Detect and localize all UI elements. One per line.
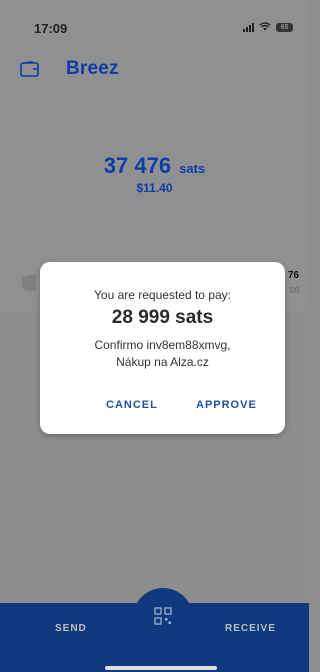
receive-button[interactable]: RECEIVE [225,623,276,634]
partial-list-value: 76 [287,270,299,281]
dialog-amount: 28 999 sats [111,307,214,328]
wifi-icon [259,22,271,33]
wallet-icon[interactable] [20,61,40,82]
qr-scan-icon [153,606,173,631]
balance-amount-line: 37 476 sats [0,153,309,179]
cancel-button[interactable]: CANCEL [106,399,158,411]
battery-icon: 65 [276,23,293,32]
signal-icon [243,23,254,32]
status-time: 17:09 [34,21,68,36]
bottom-action-bar: SEND RECEIVE [0,588,309,672]
balance-unit: sats [179,161,206,176]
payment-request-dialog: You are requested to pay: 28 999 sats Co… [40,262,285,434]
status-bar: 17:09 65 [0,0,309,40]
status-icons: 65 [243,22,293,33]
balance-display[interactable]: 37 476 sats $11.40 [0,153,309,195]
logo-text: Breez [66,58,119,79]
scan-button[interactable] [133,588,193,648]
balance-fiat: $11.40 [136,181,173,195]
breez-logo: Breez [66,58,119,80]
dialog-description-line1: Confirmo inv8em88xmvg, [94,338,231,352]
approve-button[interactable]: APPROVE [196,399,257,411]
dialog-prompt: You are requested to pay: [94,288,231,302]
send-button[interactable]: SEND [55,623,87,634]
dialog-description-line2: Nákup na Alza.cz [116,355,209,369]
balance-amount: 37 476 [103,153,172,178]
home-indicator [105,666,217,670]
partial-list-sub: 00 [290,286,299,295]
partial-list-item-left [22,275,36,291]
